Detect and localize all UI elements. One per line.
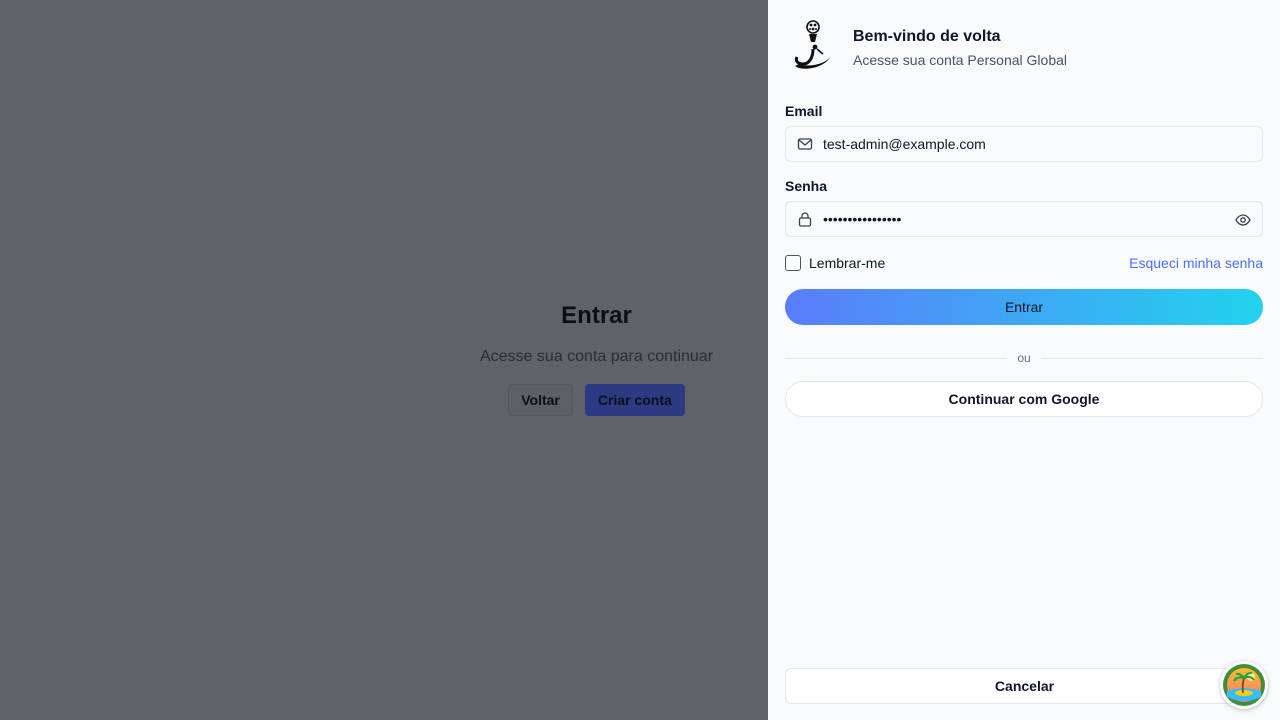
cancel-button[interactable]: Cancelar [785,668,1264,704]
background-subtitle: Acesse sua conta para continuar [479,347,714,365]
eye-icon[interactable] [1235,212,1251,233]
remember-me[interactable]: Lembrar-me [785,255,885,271]
remember-label[interactable]: Lembrar-me [809,255,885,271]
email-field[interactable]: test-admin@example.com [785,126,1263,162]
palm-island-icon [1223,664,1265,706]
drawer-subtitle: Acesse sua conta Personal Global [853,52,1068,68]
password-field[interactable]: •••••••••••••••• [785,201,1263,237]
background-actions: Voltar Criar conta [508,383,685,416]
email-input[interactable]: test-admin@example.com [823,136,1251,152]
divider-line-left [785,357,1008,359]
password-input[interactable]: •••••••••••••••• [823,211,1251,227]
login-drawer: Bem-vindo de volta Acesse sua conta Pers… [768,0,1280,720]
mail-icon [797,136,813,152]
remember-checkbox[interactable] [785,255,801,271]
login-button[interactable]: Entrar [785,289,1263,325]
email-label: Email [785,103,823,119]
background-title: Entrar [561,301,632,329]
remember-row: Lembrar-me Esqueci minha senha [785,254,1263,272]
google-login-button[interactable]: Continuar com Google [785,381,1263,417]
forgot-password-link[interactable]: Esqueci minha senha [1129,255,1263,271]
divider-label: ou [1017,351,1031,365]
drawer-heading: Bem-vindo de volta Acesse sua conta Pers… [853,28,1067,68]
divider-line-right [1040,357,1264,359]
back-button[interactable]: Voltar [508,383,573,416]
brand-logo [794,20,831,69]
create-account-button[interactable]: Criar conta [584,383,685,416]
lock-icon [797,211,813,227]
divider: ou [785,351,1264,365]
password-label: Senha [785,178,828,194]
floating-help-button[interactable] [1220,661,1268,709]
drawer-title: Bem-vindo de volta [853,28,1001,45]
drawer-header: Bem-vindo de volta Acesse sua conta Pers… [785,0,1263,92]
